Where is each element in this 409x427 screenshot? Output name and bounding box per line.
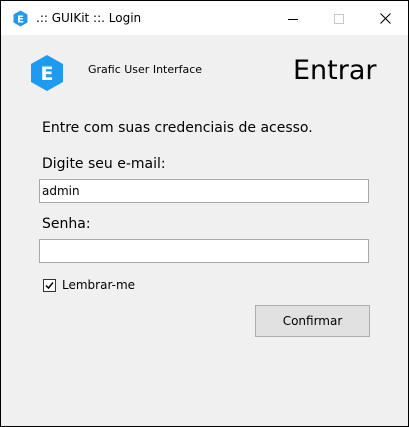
email-field[interactable] [39, 179, 369, 203]
password-label: Senha: [42, 216, 91, 232]
app-logo-icon: E [27, 53, 67, 93]
logo-letter: E [41, 63, 54, 85]
login-window: E .:: GUIKit ::. Login E Grafic User Int… [1, 1, 408, 426]
app-hexagon-e-icon: E [12, 10, 29, 27]
app-name: Grafic User Interface [88, 63, 203, 76]
remember-me-label: Lembrar-me [62, 278, 136, 292]
title-icon-letter: E [17, 15, 24, 26]
minimize-button[interactable] [270, 1, 316, 35]
instruction-text: Entre com suas credenciais de acesso. [42, 120, 313, 136]
checkmark-icon [45, 281, 54, 289]
maximize-button[interactable] [316, 1, 362, 35]
title-bar[interactable]: E .:: GUIKit ::. Login [1, 1, 408, 35]
close-button[interactable] [362, 1, 408, 35]
confirm-button[interactable]: Confirmar [255, 305, 370, 337]
window-title: .:: GUIKit ::. Login [36, 11, 142, 25]
page-title: Entrar [293, 55, 377, 86]
remember-me-checkbox-row[interactable]: Lembrar-me [43, 277, 135, 293]
minimize-icon [288, 9, 298, 28]
close-icon [379, 9, 391, 28]
remember-me-checkbox[interactable] [43, 278, 56, 292]
maximize-icon [334, 9, 344, 28]
password-field[interactable] [39, 239, 369, 263]
email-label: Digite seu e-mail: [42, 156, 166, 172]
